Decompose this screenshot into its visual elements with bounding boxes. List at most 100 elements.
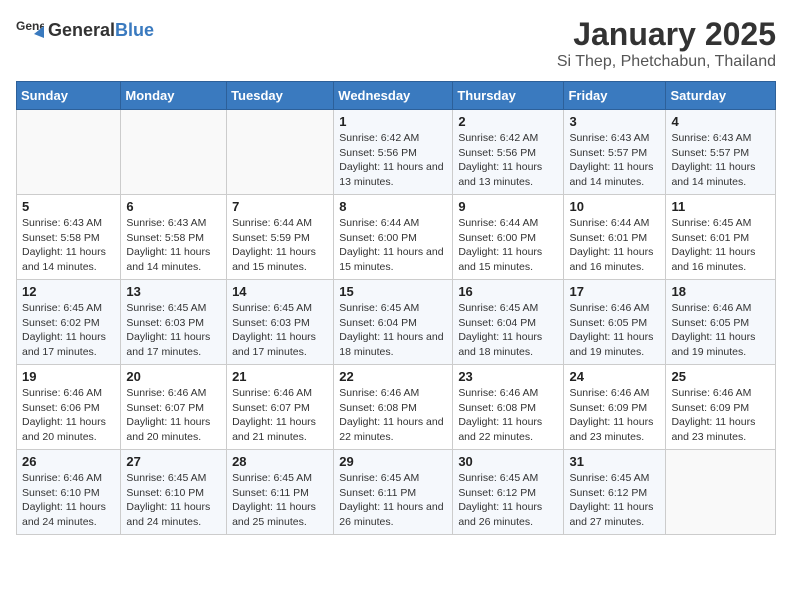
day-info: Sunrise: 6:45 AMSunset: 6:04 PMDaylight:… [458, 301, 558, 360]
logo-icon: General [16, 16, 44, 44]
day-info: Sunrise: 6:45 AMSunset: 6:03 PMDaylight:… [232, 301, 328, 360]
day-number: 17 [569, 284, 660, 299]
calendar-title: January 2025 [557, 16, 776, 53]
day-info: Sunrise: 6:43 AMSunset: 5:57 PMDaylight:… [671, 131, 770, 190]
day-info: Sunrise: 6:45 AMSunset: 6:02 PMDaylight:… [22, 301, 115, 360]
calendar-cell: 4 Sunrise: 6:43 AMSunset: 5:57 PMDaylight… [666, 110, 776, 195]
day-info: Sunrise: 6:45 AMSunset: 6:12 PMDaylight:… [458, 471, 558, 530]
day-info: Sunrise: 6:42 AMSunset: 5:56 PMDaylight:… [458, 131, 558, 190]
day-info: Sunrise: 6:46 AMSunset: 6:06 PMDaylight:… [22, 386, 115, 445]
day-number: 18 [671, 284, 770, 299]
day-number: 16 [458, 284, 558, 299]
calendar-cell: 3 Sunrise: 6:43 AMSunset: 5:57 PMDaylight… [564, 110, 666, 195]
calendar-cell: 29Sunrise: 6:45 AMSunset: 6:11 PMDayligh… [334, 450, 453, 535]
day-info: Sunrise: 6:46 AMSunset: 6:08 PMDaylight:… [339, 386, 447, 445]
day-number: 6 [126, 199, 221, 214]
weekday-sunday: Sunday [17, 82, 121, 110]
day-info: Sunrise: 6:45 AMSunset: 6:10 PMDaylight:… [126, 471, 221, 530]
calendar-cell: 18Sunrise: 6:46 AMSunset: 6:05 PMDayligh… [666, 280, 776, 365]
day-info: Sunrise: 6:46 AMSunset: 6:07 PMDaylight:… [232, 386, 328, 445]
day-number: 30 [458, 454, 558, 469]
day-info: Sunrise: 6:43 AMSunset: 5:57 PMDaylight:… [569, 131, 660, 190]
calendar-cell: 1 Sunrise: 6:42 AMSunset: 5:56 PMDaylight… [334, 110, 453, 195]
calendar-week-5: 26 Sunrise: 6:46 AMSunset: 6:10 PMDayligh… [17, 450, 776, 535]
day-number: 3 [569, 114, 660, 129]
day-number: 10 [569, 199, 660, 214]
calendar-cell: 26 Sunrise: 6:46 AMSunset: 6:10 PMDayligh… [17, 450, 121, 535]
day-number: 15 [339, 284, 447, 299]
calendar-cell: 27 Sunrise: 6:45 AMSunset: 6:10 PMDayligh… [121, 450, 227, 535]
calendar-cell [227, 110, 334, 195]
day-info: Sunrise: 6:42 AMSunset: 5:56 PMDaylight:… [339, 131, 447, 190]
calendar-cell: 30 Sunrise: 6:45 AMSunset: 6:12 PMDayligh… [453, 450, 564, 535]
day-number: 12 [22, 284, 115, 299]
day-number: 14 [232, 284, 328, 299]
calendar-cell: 20Sunrise: 6:46 AMSunset: 6:07 PMDayligh… [121, 365, 227, 450]
day-info: Sunrise: 6:45 AMSunset: 6:11 PMDaylight:… [232, 471, 328, 530]
calendar-cell: 23 Sunrise: 6:46 AMSunset: 6:08 PMDayligh… [453, 365, 564, 450]
day-number: 22 [339, 369, 447, 384]
day-number: 24 [569, 369, 660, 384]
weekday-thursday: Thursday [453, 82, 564, 110]
day-number: 4 [671, 114, 770, 129]
calendar-cell: 17 Sunrise: 6:46 AMSunset: 6:05 PMDayligh… [564, 280, 666, 365]
day-info: Sunrise: 6:43 AMSunset: 5:58 PMDaylight:… [126, 216, 221, 275]
day-info: Sunrise: 6:46 AMSunset: 6:10 PMDaylight:… [22, 471, 115, 530]
day-info: Sunrise: 6:45 AMSunset: 6:11 PMDaylight:… [339, 471, 447, 530]
day-info: Sunrise: 6:45 AMSunset: 6:03 PMDaylight:… [126, 301, 221, 360]
calendar-cell: 24Sunrise: 6:46 AMSunset: 6:09 PMDayligh… [564, 365, 666, 450]
calendar-cell [666, 450, 776, 535]
day-number: 5 [22, 199, 115, 214]
day-info: Sunrise: 6:44 AMSunset: 6:01 PMDaylight:… [569, 216, 660, 275]
calendar-cell: 22 Sunrise: 6:46 AMSunset: 6:08 PMDayligh… [334, 365, 453, 450]
calendar-week-1: 1 Sunrise: 6:42 AMSunset: 5:56 PMDaylight… [17, 110, 776, 195]
day-number: 27 [126, 454, 221, 469]
day-number: 9 [458, 199, 558, 214]
calendar-cell: 6 Sunrise: 6:43 AMSunset: 5:58 PMDaylight… [121, 195, 227, 280]
calendar-cell: 21 Sunrise: 6:46 AMSunset: 6:07 PMDayligh… [227, 365, 334, 450]
day-info: Sunrise: 6:44 AMSunset: 6:00 PMDaylight:… [458, 216, 558, 275]
calendar-cell: 15Sunrise: 6:45 AMSunset: 6:04 PMDayligh… [334, 280, 453, 365]
page-header: General GeneralBlue January 2025 Si Thep… [16, 16, 776, 71]
logo-blue-text: Blue [115, 20, 154, 40]
day-info: Sunrise: 6:44 AMSunset: 6:00 PMDaylight:… [339, 216, 447, 275]
weekday-friday: Friday [564, 82, 666, 110]
day-number: 8 [339, 199, 447, 214]
calendar-cell: 16 Sunrise: 6:45 AMSunset: 6:04 PMDayligh… [453, 280, 564, 365]
calendar-cell: 31Sunrise: 6:45 AMSunset: 6:12 PMDayligh… [564, 450, 666, 535]
day-info: Sunrise: 6:43 AMSunset: 5:58 PMDaylight:… [22, 216, 115, 275]
calendar-cell: 11 Sunrise: 6:45 AMSunset: 6:01 PMDayligh… [666, 195, 776, 280]
day-number: 19 [22, 369, 115, 384]
calendar-cell: 13Sunrise: 6:45 AMSunset: 6:03 PMDayligh… [121, 280, 227, 365]
calendar-body: 1 Sunrise: 6:42 AMSunset: 5:56 PMDaylight… [17, 110, 776, 535]
day-number: 26 [22, 454, 115, 469]
calendar-cell: 12 Sunrise: 6:45 AMSunset: 6:02 PMDayligh… [17, 280, 121, 365]
day-info: Sunrise: 6:46 AMSunset: 6:07 PMDaylight:… [126, 386, 221, 445]
day-info: Sunrise: 6:46 AMSunset: 6:05 PMDaylight:… [569, 301, 660, 360]
calendar-cell: 2 Sunrise: 6:42 AMSunset: 5:56 PMDaylight… [453, 110, 564, 195]
calendar-cell: 19 Sunrise: 6:46 AMSunset: 6:06 PMDayligh… [17, 365, 121, 450]
calendar-cell: 28Sunrise: 6:45 AMSunset: 6:11 PMDayligh… [227, 450, 334, 535]
calendar-cell: 8 Sunrise: 6:44 AMSunset: 6:00 PMDaylight… [334, 195, 453, 280]
day-info: Sunrise: 6:46 AMSunset: 6:08 PMDaylight:… [458, 386, 558, 445]
calendar-week-4: 19 Sunrise: 6:46 AMSunset: 6:06 PMDayligh… [17, 365, 776, 450]
logo: General GeneralBlue [16, 16, 154, 44]
day-number: 11 [671, 199, 770, 214]
weekday-saturday: Saturday [666, 82, 776, 110]
day-info: Sunrise: 6:45 AMSunset: 6:01 PMDaylight:… [671, 216, 770, 275]
day-info: Sunrise: 6:44 AMSunset: 5:59 PMDaylight:… [232, 216, 328, 275]
day-number: 2 [458, 114, 558, 129]
calendar-cell: 7 Sunrise: 6:44 AMSunset: 5:59 PMDaylight… [227, 195, 334, 280]
day-number: 7 [232, 199, 328, 214]
weekday-wednesday: Wednesday [334, 82, 453, 110]
calendar-cell [17, 110, 121, 195]
day-number: 1 [339, 114, 447, 129]
day-number: 21 [232, 369, 328, 384]
weekday-tuesday: Tuesday [227, 82, 334, 110]
weekday-monday: Monday [121, 82, 227, 110]
day-number: 23 [458, 369, 558, 384]
calendar-cell: 9 Sunrise: 6:44 AMSunset: 6:00 PMDaylight… [453, 195, 564, 280]
calendar-cell: 25Sunrise: 6:46 AMSunset: 6:09 PMDayligh… [666, 365, 776, 450]
calendar-cell [121, 110, 227, 195]
day-info: Sunrise: 6:46 AMSunset: 6:09 PMDaylight:… [671, 386, 770, 445]
